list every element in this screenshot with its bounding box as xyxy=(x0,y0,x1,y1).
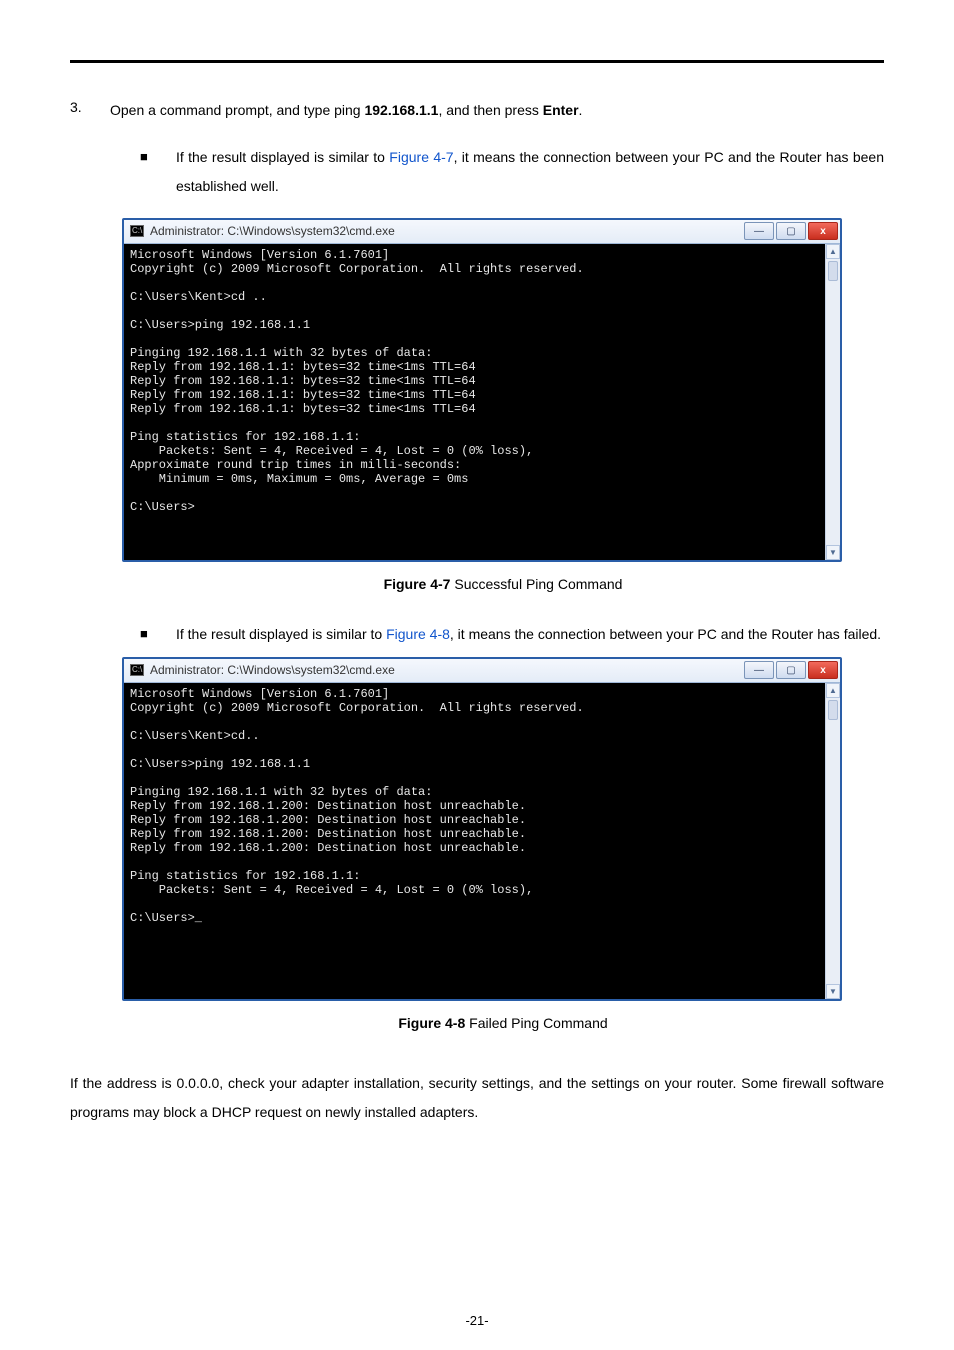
figure-4-7-wrap: C:\ Administrator: C:\Windows\system32\c… xyxy=(122,218,884,592)
close-button[interactable]: x xyxy=(808,222,838,240)
page-number: -21- xyxy=(0,1313,954,1328)
sub2-post: , it means the connection between your P… xyxy=(450,626,881,642)
cmd-icon: C:\ xyxy=(130,225,144,237)
scroll-up-icon[interactable]: ▲ xyxy=(826,244,840,259)
cmd-window-1: C:\ Administrator: C:\Windows\system32\c… xyxy=(122,218,842,562)
caption-2-text: Failed Ping Command xyxy=(465,1015,607,1031)
step-text-mid: , and then press xyxy=(438,102,542,118)
scroll-track[interactable] xyxy=(826,259,840,545)
bullet-icon: ■ xyxy=(140,143,176,170)
bullet-icon: ■ xyxy=(140,620,176,647)
close-button[interactable]: x xyxy=(808,661,838,679)
step-enter: Enter xyxy=(543,102,579,118)
subpoint-1: ■ If the result displayed is similar to … xyxy=(140,143,884,202)
minimize-button[interactable]: — xyxy=(744,661,774,679)
terminal-output-1: Microsoft Windows [Version 6.1.7601] Cop… xyxy=(124,244,825,560)
scroll-thumb[interactable] xyxy=(828,261,838,281)
step-number: 3. xyxy=(70,99,110,115)
terminal-output-2: Microsoft Windows [Version 6.1.7601] Cop… xyxy=(124,683,825,999)
step-text-pre: Open a command prompt, and type ping xyxy=(110,102,364,118)
window-title: Administrator: C:\Windows\system32\cmd.e… xyxy=(150,224,742,238)
caption-2: Figure 4-8 Failed Ping Command xyxy=(122,1015,884,1031)
scrollbar-1[interactable]: ▲ ▼ xyxy=(825,244,840,560)
step-3: 3. Open a command prompt, and type ping … xyxy=(70,99,884,123)
minimize-button[interactable]: — xyxy=(744,222,774,240)
sub1-pre: If the result displayed is similar to xyxy=(176,149,389,165)
page-rule xyxy=(70,60,884,63)
subpoint-2: ■ If the result displayed is similar to … xyxy=(140,620,884,649)
scroll-down-icon[interactable]: ▼ xyxy=(826,545,840,560)
window-title: Administrator: C:\Windows\system32\cmd.e… xyxy=(150,663,742,677)
scroll-down-icon[interactable]: ▼ xyxy=(826,984,840,999)
step-text-end: . xyxy=(579,102,583,118)
scrollbar-2[interactable]: ▲ ▼ xyxy=(825,683,840,999)
cmd-icon: C:\ xyxy=(130,664,144,676)
step-cmd: 192.168.1.1 xyxy=(364,102,438,118)
figure-4-8-link[interactable]: Figure 4-8 xyxy=(386,626,450,642)
sub2-pre: If the result displayed is similar to xyxy=(176,626,386,642)
figure-4-7-link[interactable]: Figure 4-7 xyxy=(389,149,453,165)
maximize-button[interactable]: ▢ xyxy=(776,661,806,679)
caption-1-text: Successful Ping Command xyxy=(450,576,622,592)
scroll-up-icon[interactable]: ▲ xyxy=(826,683,840,698)
maximize-button[interactable]: ▢ xyxy=(776,222,806,240)
caption-2-bold: Figure 4-8 xyxy=(398,1015,465,1031)
figure-4-8-wrap: C:\ Administrator: C:\Windows\system32\c… xyxy=(122,657,884,1031)
titlebar-1: C:\ Administrator: C:\Windows\system32\c… xyxy=(124,220,840,244)
scroll-thumb[interactable] xyxy=(828,700,838,720)
scroll-track[interactable] xyxy=(826,698,840,984)
tail-paragraph: If the address is 0.0.0.0, check your ad… xyxy=(70,1069,884,1128)
caption-1: Figure 4-7 Successful Ping Command xyxy=(122,576,884,592)
cmd-window-2: C:\ Administrator: C:\Windows\system32\c… xyxy=(122,657,842,1001)
titlebar-2: C:\ Administrator: C:\Windows\system32\c… xyxy=(124,659,840,683)
caption-1-bold: Figure 4-7 xyxy=(384,576,451,592)
